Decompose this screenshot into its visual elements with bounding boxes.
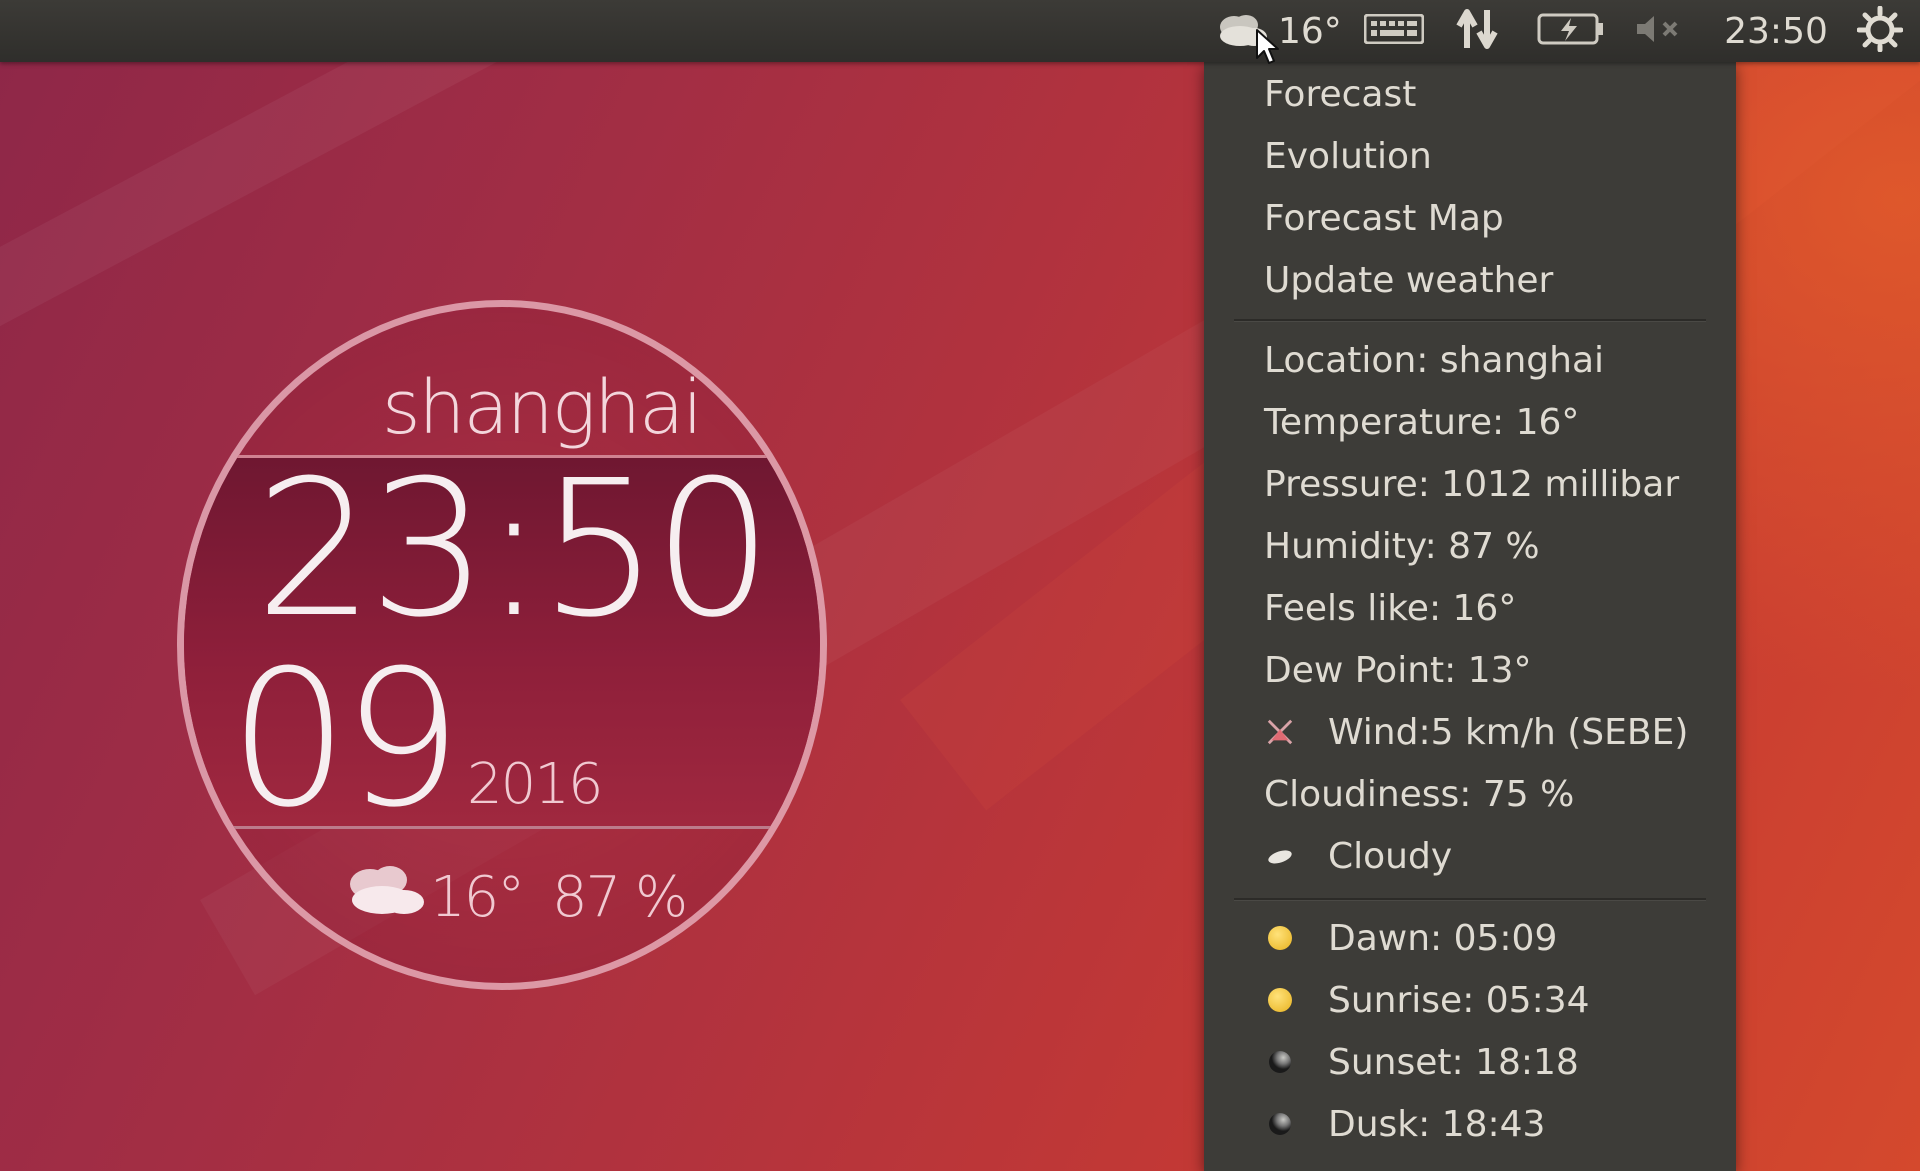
menu-item-label: Pressure: 1012 millibar — [1264, 463, 1680, 505]
clock-temperature: 16° — [430, 865, 525, 930]
sun-icon — [1266, 924, 1294, 952]
menu-item-label: Wind:5 km/h (SEBE) — [1328, 711, 1689, 753]
weather-menu: Forecast Evolution Forecast Map Update w… — [1204, 62, 1736, 1171]
volume-muted-icon — [1634, 13, 1684, 49]
menu-item-update-weather[interactable]: Update weather — [1204, 250, 1736, 310]
menu-separator — [1234, 319, 1706, 322]
menu-item-sunset[interactable]: Sunset: 18:18 — [1204, 1032, 1736, 1092]
menu-item-forecast-map[interactable]: Forecast Map — [1204, 188, 1736, 248]
menu-separator — [1234, 898, 1706, 901]
menu-item-pressure[interactable]: Pressure: 1012 millibar — [1204, 454, 1736, 514]
keyboard-icon — [1363, 13, 1425, 48]
menu-item-label: Forecast Map — [1264, 197, 1504, 239]
menu-item-forecast[interactable]: Forecast — [1204, 64, 1736, 124]
mouse-cursor-icon — [1255, 28, 1281, 68]
moon-icon — [1266, 1048, 1294, 1076]
clock-widget: shanghai 23:50 09 2016 16° 87 % — [177, 300, 841, 998]
menu-item-label: Temperature: 16° — [1264, 401, 1580, 443]
menu-item-dusk[interactable]: Dusk: 18:43 — [1204, 1094, 1736, 1154]
menu-item-evolution[interactable]: Evolution — [1204, 126, 1736, 186]
menu-item-dawn[interactable]: Dawn: 05:09 — [1204, 908, 1736, 968]
sound-indicator[interactable] — [1632, 0, 1686, 62]
moon-icon — [1266, 1110, 1294, 1138]
menu-item-condition[interactable]: Cloudy — [1204, 826, 1736, 886]
menu-item-sunrise[interactable]: Sunrise: 05:34 — [1204, 970, 1736, 1030]
menu-item-feels-like[interactable]: Feels like: 16° — [1204, 578, 1736, 638]
panel-clock-text: 23:50 — [1724, 10, 1828, 52]
menu-item-label: Sunset: 18:18 — [1328, 1041, 1579, 1083]
menu-item-label: Update weather — [1264, 259, 1554, 301]
menu-item-label: Evolution — [1264, 135, 1432, 177]
sun-icon — [1266, 986, 1294, 1014]
cloud-icon — [1266, 842, 1294, 870]
menu-item-label: Forecast — [1264, 73, 1417, 115]
keyboard-indicator[interactable] — [1362, 0, 1426, 62]
top-panel: 16° 23:50 — [0, 0, 1920, 64]
menu-item-label: Location: shanghai — [1264, 339, 1605, 381]
wind-direction-icon — [1266, 718, 1294, 746]
battery-icon — [1537, 12, 1605, 50]
network-icon — [1455, 8, 1499, 54]
session-indicator[interactable] — [1852, 0, 1908, 62]
menu-item-label: Dew Point: 13° — [1264, 649, 1532, 691]
menu-item-label: Feels like: 16° — [1264, 587, 1517, 629]
menu-item-temperature[interactable]: Temperature: 16° — [1204, 392, 1736, 452]
clock-time: 23:50 — [255, 440, 773, 659]
menu-item-label: Dawn: 05:09 — [1328, 917, 1558, 959]
menu-item-wind[interactable]: Wind:5 km/h (SEBE) — [1204, 702, 1736, 762]
battery-indicator[interactable] — [1536, 0, 1606, 62]
power-icon — [1856, 5, 1904, 56]
clock-day: 09 — [229, 630, 462, 849]
menu-item-label: Cloudy — [1328, 835, 1453, 877]
menu-item-label: Humidity: 87 % — [1264, 525, 1540, 567]
menu-item-dew-point[interactable]: Dew Point: 13° — [1204, 640, 1736, 700]
menu-item-label: Cloudiness: 75 % — [1264, 773, 1575, 815]
menu-item-label: Sunrise: 05:34 — [1328, 979, 1590, 1021]
clock-weather-icon — [340, 860, 430, 926]
network-indicator[interactable] — [1452, 0, 1502, 62]
menu-item-location[interactable]: Location: shanghai — [1204, 330, 1736, 390]
menu-item-label: Dusk: 18:43 — [1328, 1103, 1546, 1145]
panel-temperature: 16° — [1278, 10, 1342, 52]
weather-indicator[interactable]: 16° — [1212, 0, 1362, 62]
panel-clock[interactable]: 23:50 — [1716, 0, 1836, 62]
clock-city: shanghai — [382, 365, 703, 451]
clock-humidity: 87 % — [552, 865, 688, 930]
clock-year: 2016 — [467, 752, 604, 817]
menu-item-cloudiness[interactable]: Cloudiness: 75 % — [1204, 764, 1736, 824]
menu-item-humidity[interactable]: Humidity: 87 % — [1204, 516, 1736, 576]
